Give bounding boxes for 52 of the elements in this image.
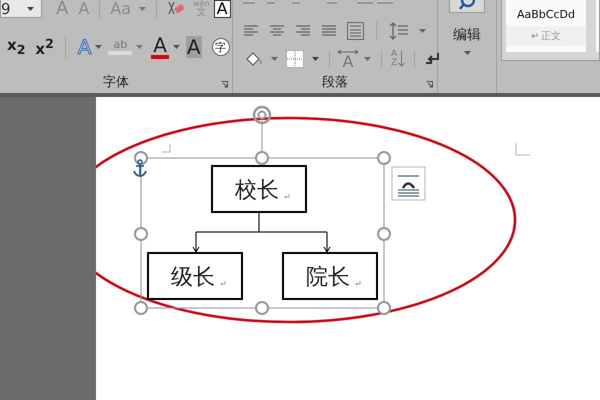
down-arrow-icon (398, 50, 406, 68)
double-arrow-icon (336, 48, 360, 55)
org-chart-box[interactable]: 校长 (211, 165, 307, 213)
font-size-field[interactable]: 9 (0, 0, 42, 18)
group-label: 字体 (103, 74, 129, 91)
anchor-icon (133, 159, 147, 177)
paragraph-mark-icon[interactable] (425, 52, 442, 66)
caret-icon[interactable] (172, 45, 180, 49)
selection-frame[interactable] (140, 120, 384, 308)
layout-options-button[interactable] (392, 166, 426, 200)
character-border-button[interactable]: A (214, 0, 231, 18)
align-icon[interactable] (295, 24, 311, 38)
resize-handle[interactable] (134, 151, 148, 165)
resize-handle[interactable] (377, 227, 391, 241)
caret-icon[interactable] (312, 57, 319, 61)
search-button[interactable] (449, 0, 485, 13)
style-card[interactable]: AaBbCcDd 正文 (506, 0, 586, 52)
borders-icon[interactable] (286, 50, 304, 68)
resize-handle[interactable] (255, 301, 269, 315)
align-icon[interactable] (269, 24, 285, 38)
org-chart-box[interactable]: 级长 (147, 252, 243, 300)
distributed-align-icon[interactable] (347, 22, 364, 40)
font-color-button[interactable]: A (151, 35, 169, 59)
caret-icon[interactable] (464, 51, 470, 55)
style-name: 正文 (541, 30, 561, 43)
eraser-icon[interactable] (167, 1, 186, 17)
caret-icon[interactable] (95, 45, 102, 49)
resize-handle[interactable] (255, 151, 269, 165)
paragraph-mark-icon (531, 33, 538, 39)
group-label: 段落 (322, 74, 348, 91)
style-sample: AaBbCcDd (517, 8, 575, 23)
search-icon (459, 0, 475, 10)
caret-icon[interactable] (27, 6, 34, 10)
paint-bucket-icon[interactable] (245, 51, 263, 67)
character-shading-button[interactable]: A (186, 36, 202, 58)
resize-handle[interactable] (377, 151, 391, 165)
dialog-launcher-icon[interactable] (426, 81, 433, 88)
subscript-button[interactable]: x$_{2}$ (7, 38, 26, 56)
align-icon[interactable] (243, 24, 259, 38)
margin-mark (516, 142, 530, 156)
resize-handle[interactable] (134, 301, 148, 315)
dialog-launcher-icon[interactable] (221, 81, 228, 88)
rotate-handle[interactable] (252, 106, 272, 124)
editing-label[interactable]: 编辑 (453, 26, 481, 44)
resize-handle[interactable] (377, 301, 391, 315)
line-spacing-icon[interactable] (389, 22, 409, 40)
align-icon[interactable] (321, 24, 337, 38)
resize-handle[interactable] (134, 227, 148, 241)
margin-mark (162, 144, 170, 152)
org-chart-box[interactable]: 院长 (282, 252, 378, 300)
enclose-character-button[interactable]: 字 (212, 38, 230, 56)
superscript-button[interactable]: x$^{2}$ (35, 38, 54, 56)
